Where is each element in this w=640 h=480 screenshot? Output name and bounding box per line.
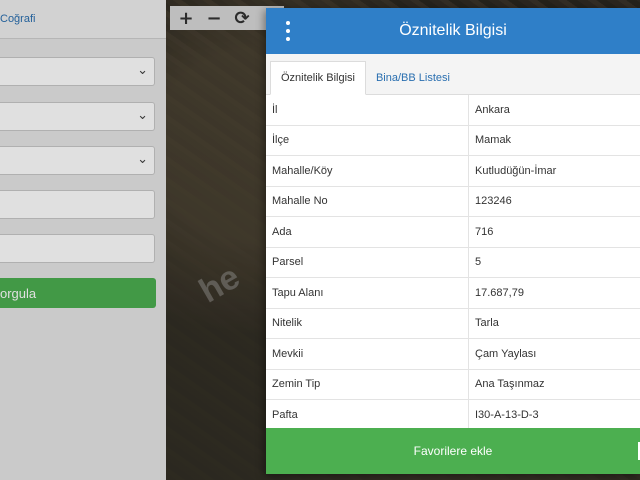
left-panel-header: Coğrafi — [0, 0, 166, 39]
row-value: Ana Taşınmaz — [468, 369, 640, 400]
add-to-favorites-button[interactable]: Favorilere ekle — [266, 428, 640, 474]
row-key: Mevkii — [266, 338, 469, 370]
kebab-menu-icon[interactable] — [280, 21, 296, 41]
row-value: I30-A-13-D-3 — [468, 399, 640, 431]
row-key: Mahalle/Köy — [266, 155, 469, 187]
dialog-tabs: Öznitelik Bilgisi Bina/BB Listesi — [266, 54, 640, 95]
table-row: Tapu Alanı 17.687,79 — [266, 277, 640, 309]
row-key: Parsel — [266, 247, 469, 278]
row-key: Mahalle No — [266, 186, 469, 217]
zoom-in-icon[interactable]: + — [174, 6, 198, 30]
chevron-down-icon: ⌄ — [137, 152, 148, 167]
dialog-title: Öznitelik Bilgisi — [399, 22, 507, 39]
query-button[interactable]: orgula — [0, 278, 156, 308]
add-to-favorites-label: Favorilere ekle — [413, 444, 493, 458]
table-row: Parsel 5 — [266, 247, 640, 278]
table-row: Mevkii Çam Yaylası — [266, 338, 640, 370]
row-value: Tarla — [468, 308, 640, 339]
table-row: Pafta I30-A-13-D-3 — [266, 399, 640, 431]
neighborhood-select[interactable]: ⌄ — [0, 146, 155, 175]
district-select[interactable]: ⌄ — [0, 102, 155, 131]
row-key: Pafta — [266, 399, 469, 431]
zoom-out-icon[interactable]: − — [202, 6, 226, 30]
row-key: İlçe — [266, 125, 469, 156]
chevron-down-icon: ⌄ — [137, 108, 148, 123]
table-row: Nitelik Tarla — [266, 308, 640, 339]
row-key: Ada — [266, 216, 469, 248]
row-key: İl — [266, 95, 469, 126]
row-value: 17.687,79 — [468, 277, 640, 309]
row-key: Nitelik — [266, 308, 469, 339]
parcel-input[interactable] — [0, 234, 155, 263]
row-value: 123246 — [468, 186, 640, 217]
tab-building-list[interactable]: Bina/BB Listesi — [366, 62, 460, 94]
row-value: Ankara — [468, 95, 640, 126]
dialog-header: Öznitelik Bilgisi — [266, 8, 640, 54]
row-value: 5 — [468, 247, 640, 278]
attribute-dialog: Öznitelik Bilgisi Öznitelik Bilgisi Bina… — [266, 8, 640, 474]
table-row: Zemin Tip Ana Taşınmaz — [266, 369, 640, 400]
table-row: İl Ankara — [266, 95, 640, 126]
table-row: İlçe Mamak — [266, 125, 640, 156]
attribute-table: İl Ankara İlçe Mamak Mahalle/Köy Kutludüğün… — [266, 95, 640, 431]
table-row: Mahalle/Köy Kutludüğün-İmar — [266, 155, 640, 187]
table-row: Mahalle No 123246 — [266, 186, 640, 217]
block-input[interactable] — [0, 190, 155, 219]
province-select[interactable]: ⌄ — [0, 57, 155, 86]
row-key: Tapu Alanı — [266, 277, 469, 309]
row-value: Kutludüğün-İmar — [468, 155, 640, 187]
table-row: Ada 716 — [266, 216, 640, 248]
row-key: Zemin Tip — [266, 369, 469, 400]
row-value: Mamak — [468, 125, 640, 156]
tab-cografi[interactable]: Coğrafi — [0, 13, 35, 25]
refresh-icon[interactable]: ⟳ — [230, 6, 254, 30]
row-value: 716 — [468, 216, 640, 248]
left-panel: Coğrafi ⌄ ⌄ ⌄ orgula — [0, 0, 166, 480]
tab-attribute-info[interactable]: Öznitelik Bilgisi — [270, 61, 366, 95]
row-value: Çam Yaylası — [468, 338, 640, 370]
chevron-down-icon: ⌄ — [137, 63, 148, 78]
